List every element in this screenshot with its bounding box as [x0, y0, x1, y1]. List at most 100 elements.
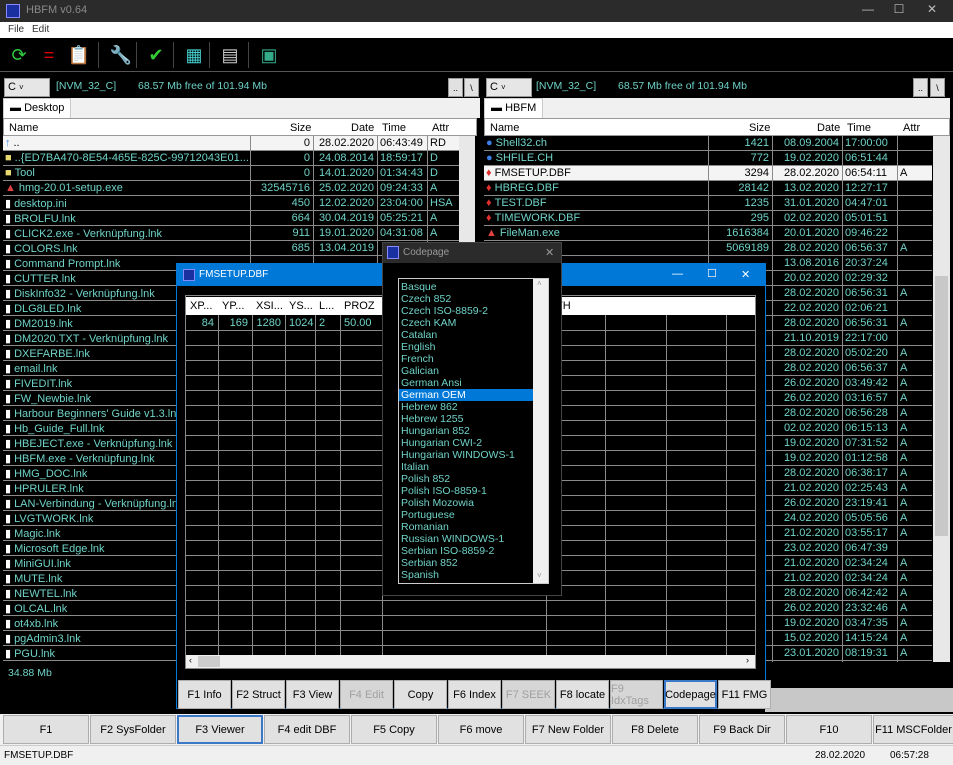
codepage-option[interactable]: Catalan [399, 329, 533, 341]
file-row[interactable]: ↑.. 0 28.02.2020 06:43:49 RD [3, 136, 459, 151]
col-date[interactable]: Date [817, 122, 840, 134]
dbf-button-f9-idxtags[interactable]: F9 IdxTags [610, 680, 663, 709]
file-row[interactable]: ■ ..{ED7BA470-8E54-465E-825C-99712043E01.… [3, 151, 459, 166]
col-attr[interactable]: Attr [432, 122, 449, 134]
tab-desktop[interactable]: ▬ Desktop [3, 98, 72, 118]
fkey-f4-edit-dbf[interactable]: F4 edit DBF [264, 715, 350, 744]
col-name[interactable]: Name [490, 122, 519, 134]
fkey-f2-sysfolder[interactable]: F2 SysFolder [90, 715, 176, 744]
fkey-f5-copy[interactable]: F5 Copy [351, 715, 437, 744]
fkey-f6-move[interactable]: F6 move [438, 715, 524, 744]
dbf-column-header[interactable]: YP... [222, 300, 244, 312]
fkey-f10[interactable]: F10 [786, 715, 872, 744]
maximize-button[interactable]: ☐ [884, 2, 914, 20]
col-name[interactable]: Name [9, 122, 38, 134]
codepage-option[interactable]: Czech 852 [399, 293, 533, 305]
dbf-button-f11-fmg[interactable]: F11 FMG [718, 680, 771, 709]
computer-tool-button[interactable]: ▣ [254, 41, 284, 69]
equal-tool-button[interactable]: = [34, 41, 64, 69]
menu-file[interactable]: File [8, 24, 24, 35]
scroll-thumb[interactable] [935, 276, 948, 536]
dbf-close-button[interactable]: ✕ [741, 268, 750, 281]
codepage-option[interactable]: Polish 852 [399, 473, 533, 485]
codepage-option[interactable]: Serbian 852 [399, 557, 533, 569]
dbf-button-copy[interactable]: Copy [394, 680, 447, 709]
codepage-option[interactable]: French [399, 353, 533, 365]
usb-check-tool-button[interactable]: ✔ [141, 41, 171, 69]
fkey-f8-delete[interactable]: F8 Delete [612, 715, 698, 744]
dbf-button-f4-edit[interactable]: F4 Edit [340, 680, 393, 709]
codepage-option[interactable]: Hebrew 862 [399, 401, 533, 413]
fkey-f7-new-folder[interactable]: F7 New Folder [525, 715, 611, 744]
scroll-left-icon[interactable]: ‹ [189, 655, 192, 665]
fkey-f9-back-dir[interactable]: F9 Back Dir [699, 715, 785, 744]
dbf-button-codepage[interactable]: Codepage [664, 680, 717, 709]
col-size[interactable]: Size [290, 122, 311, 134]
file-row[interactable]: ■ Tool 0 14.01.2020 01:34:43 D [3, 166, 459, 181]
close-button[interactable]: ✕ [917, 2, 947, 20]
dbf-cell[interactable]: 84 [190, 317, 214, 329]
right-drive-select[interactable]: C ˅ [486, 78, 532, 97]
printer-tool-button[interactable]: ▤ [215, 41, 245, 69]
file-row[interactable]: ▮ BROLFU.lnk 664 30.04.2019 05:25:21 A [3, 211, 459, 226]
codepage-option[interactable]: Hungarian CWI-2 [399, 437, 533, 449]
dbf-minimize-button[interactable]: — [672, 268, 683, 280]
fkey-f1[interactable]: F1 [3, 715, 89, 744]
codepage-option[interactable]: German Ansi [399, 377, 533, 389]
codepage-option[interactable]: Serbian ISO-8859-2 [399, 545, 533, 557]
dbf-button-f7-seek[interactable]: F7 SEEK [502, 680, 555, 709]
minimize-button[interactable]: — [853, 2, 883, 20]
codepage-option[interactable]: Czech ISO-8859-2 [399, 305, 533, 317]
codepage-option[interactable]: Polish ISO-8859-1 [399, 485, 533, 497]
scroll-right-icon[interactable]: › [746, 655, 749, 665]
dbf-column-header[interactable]: YS... [289, 300, 313, 312]
fkey-f11-mscfolder[interactable]: F11 MSCFolder [873, 715, 953, 744]
codepage-option[interactable]: Spanish [399, 569, 533, 581]
clipboard-shortcut-tool-button[interactable]: 📋 [64, 41, 94, 69]
scroll-thumb[interactable] [198, 656, 220, 667]
dbf-cell[interactable]: 1024 [289, 317, 313, 329]
codepage-option[interactable]: Italian [399, 461, 533, 473]
dbf-cell[interactable]: 169 [222, 317, 248, 329]
dbf-cell[interactable]: 1280 [256, 317, 281, 329]
col-size[interactable]: Size [749, 122, 770, 134]
dbf-column-header[interactable]: PROZ [344, 300, 375, 312]
dbf-button-f6-index[interactable]: F6 Index [448, 680, 501, 709]
codepage-option[interactable]: Polish Mozowia [399, 497, 533, 509]
dbf-button-f1-info[interactable]: F1 Info [178, 680, 231, 709]
scroll-up-icon[interactable]: ˄ [537, 279, 542, 288]
codepage-option[interactable]: Hebrew 1255 [399, 413, 533, 425]
dbf-column-header[interactable]: XSI... [256, 300, 283, 312]
codepage-option[interactable]: Hungarian 852 [399, 425, 533, 437]
dbf-column-header[interactable]: L... [319, 300, 334, 312]
menu-edit[interactable]: Edit [32, 24, 49, 35]
codepage-option[interactable]: Romanian [399, 521, 533, 533]
codepage-option[interactable]: English [399, 341, 533, 353]
col-date[interactable]: Date [351, 122, 374, 134]
wrench-tool-button[interactable]: 🔧 [106, 41, 136, 69]
left-up-button[interactable]: .. [448, 78, 463, 97]
file-row[interactable]: ▲ hmg-20.01-setup.exe 32545716 25.02.2020 09… [3, 181, 459, 196]
dbf-button-f2-struct[interactable]: F2 Struct [232, 680, 285, 709]
dbf-hscrollbar[interactable]: ‹ › [186, 655, 755, 668]
codepage-option[interactable]: Basque [399, 281, 533, 293]
right-root-button[interactable]: \ [930, 78, 945, 97]
file-row[interactable]: ▮ CLICK2.exe - Verknüpfung.lnk 911 19.01.20… [3, 226, 459, 241]
dbf-column-header[interactable]: XP... [190, 300, 212, 312]
tab-hbfm[interactable]: ▬ HBFM [484, 98, 544, 118]
dbf-button-f3-view[interactable]: F3 View [286, 680, 339, 709]
dbf-cell[interactable]: 2 [319, 317, 336, 329]
codepage-close-button[interactable]: ✕ [545, 246, 554, 259]
col-attr[interactable]: Attr [903, 122, 920, 134]
dbf-maximize-button[interactable]: ☐ [707, 267, 717, 280]
codepage-option[interactable]: Russian WINDOWS-1 [399, 533, 533, 545]
right-up-button[interactable]: .. [913, 78, 928, 97]
left-drive-select[interactable]: C ˅ [4, 78, 50, 97]
refresh-tool-button[interactable]: ⟳ [4, 41, 34, 69]
col-time[interactable]: Time [382, 122, 406, 134]
file-row[interactable]: ▮ desktop.ini 450 12.02.2020 23:04:00 HSA [3, 196, 459, 211]
codepage-option[interactable]: Portuguese [399, 509, 533, 521]
codepage-option[interactable]: Hungarian WINDOWS-1 [399, 449, 533, 461]
codepage-option[interactable]: Galician [399, 365, 533, 377]
dbf-button-f8-locate[interactable]: F8 locate [556, 680, 609, 709]
